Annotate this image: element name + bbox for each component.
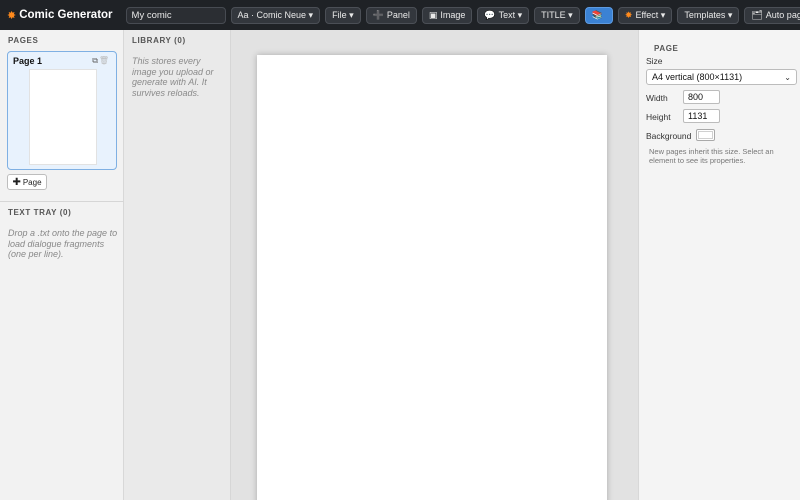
library-hint: This stores every image you upload or ge… (132, 56, 214, 98)
page-thumbnail[interactable] (29, 69, 97, 165)
duplicate-icon[interactable]: ⧉ (92, 56, 98, 66)
properties-heading: PAGE (654, 44, 679, 53)
height-input[interactable]: 1131 (683, 109, 720, 123)
library-toggle-button[interactable]: 📚 (584, 6, 613, 24)
add-panel-button[interactable]: ➕ Panel (365, 6, 417, 24)
height-label: Height (646, 112, 671, 122)
auto-page-button[interactable]: 🗂Auto page… (744, 6, 800, 24)
comic-name-input[interactable] (125, 6, 226, 24)
background-color-fill (698, 131, 713, 139)
pages-heading: PAGES (8, 36, 39, 45)
width-input[interactable]: 800 (683, 90, 720, 104)
text-menu-button[interactable]: 💬 Text ▾ (477, 6, 530, 24)
text-tray-hint: Drop a .txt onto the page to load dialog… (8, 228, 118, 259)
title-menu-button[interactable]: TITLE ▾ (534, 6, 580, 24)
effect-menu-button[interactable]: ✸ Effect ▾ (617, 6, 673, 24)
templates-menu-button[interactable]: Templates ▾ (677, 6, 740, 24)
burst-icon: ✸ (624, 9, 633, 20)
canvas-area[interactable] (231, 30, 638, 500)
size-select[interactable]: A4 vertical (800×1131) ⌄ (646, 69, 797, 85)
sidebar-divider (0, 201, 124, 202)
page-card[interactable]: Page 1 ⧉ 🗑 (7, 51, 117, 170)
library-heading: LIBRARY (0) (132, 36, 186, 45)
add-image-button[interactable]: ▣ Image (421, 6, 473, 24)
trash-icon[interactable]: 🗑 (99, 56, 109, 65)
add-page-button[interactable]: ✚ Page (7, 174, 47, 190)
image-icon: ▣ (428, 9, 438, 20)
books-icon: 📚 (591, 9, 603, 20)
text-tray-heading: TEXT TRAY (0) (8, 208, 72, 217)
app-title: Comic Generator (19, 9, 113, 21)
burst-icon: ✸ (7, 9, 17, 22)
properties-panel: PAGE Size A4 vertical (800×1131) ⌄ Width… (638, 30, 800, 500)
plus-icon: ➕ (372, 9, 384, 20)
app-brand: ✸ Comic Generator (7, 9, 113, 22)
background-label: Background (646, 131, 692, 141)
comic-page-canvas[interactable] (257, 55, 607, 500)
pages-sidebar: PAGES Page 1 ⧉ 🗑 ✚ Page TEXT TRAY (0) Dr… (0, 30, 124, 500)
chevron-down-icon: ⌄ (784, 72, 791, 82)
library-panel: LIBRARY (0) This stores every image you … (124, 30, 231, 500)
folder-stack-icon: 🗂 (751, 9, 763, 20)
plus-icon: ✚ (12, 176, 21, 188)
file-menu-button[interactable]: File ▾ (325, 6, 361, 24)
speech-bubble-icon: 💬 (484, 9, 496, 20)
properties-hint: New pages inherit this size. Select an e… (649, 147, 774, 165)
width-label: Width (646, 93, 668, 103)
page-card-title: Page 1 (13, 56, 43, 66)
size-label: Size (646, 56, 663, 66)
background-color-swatch[interactable] (696, 129, 715, 141)
top-toolbar: ✸ Comic Generator Aa · Comic Neue ▾ File… (0, 0, 800, 30)
font-button[interactable]: Aa · Comic Neue ▾ (230, 6, 321, 24)
